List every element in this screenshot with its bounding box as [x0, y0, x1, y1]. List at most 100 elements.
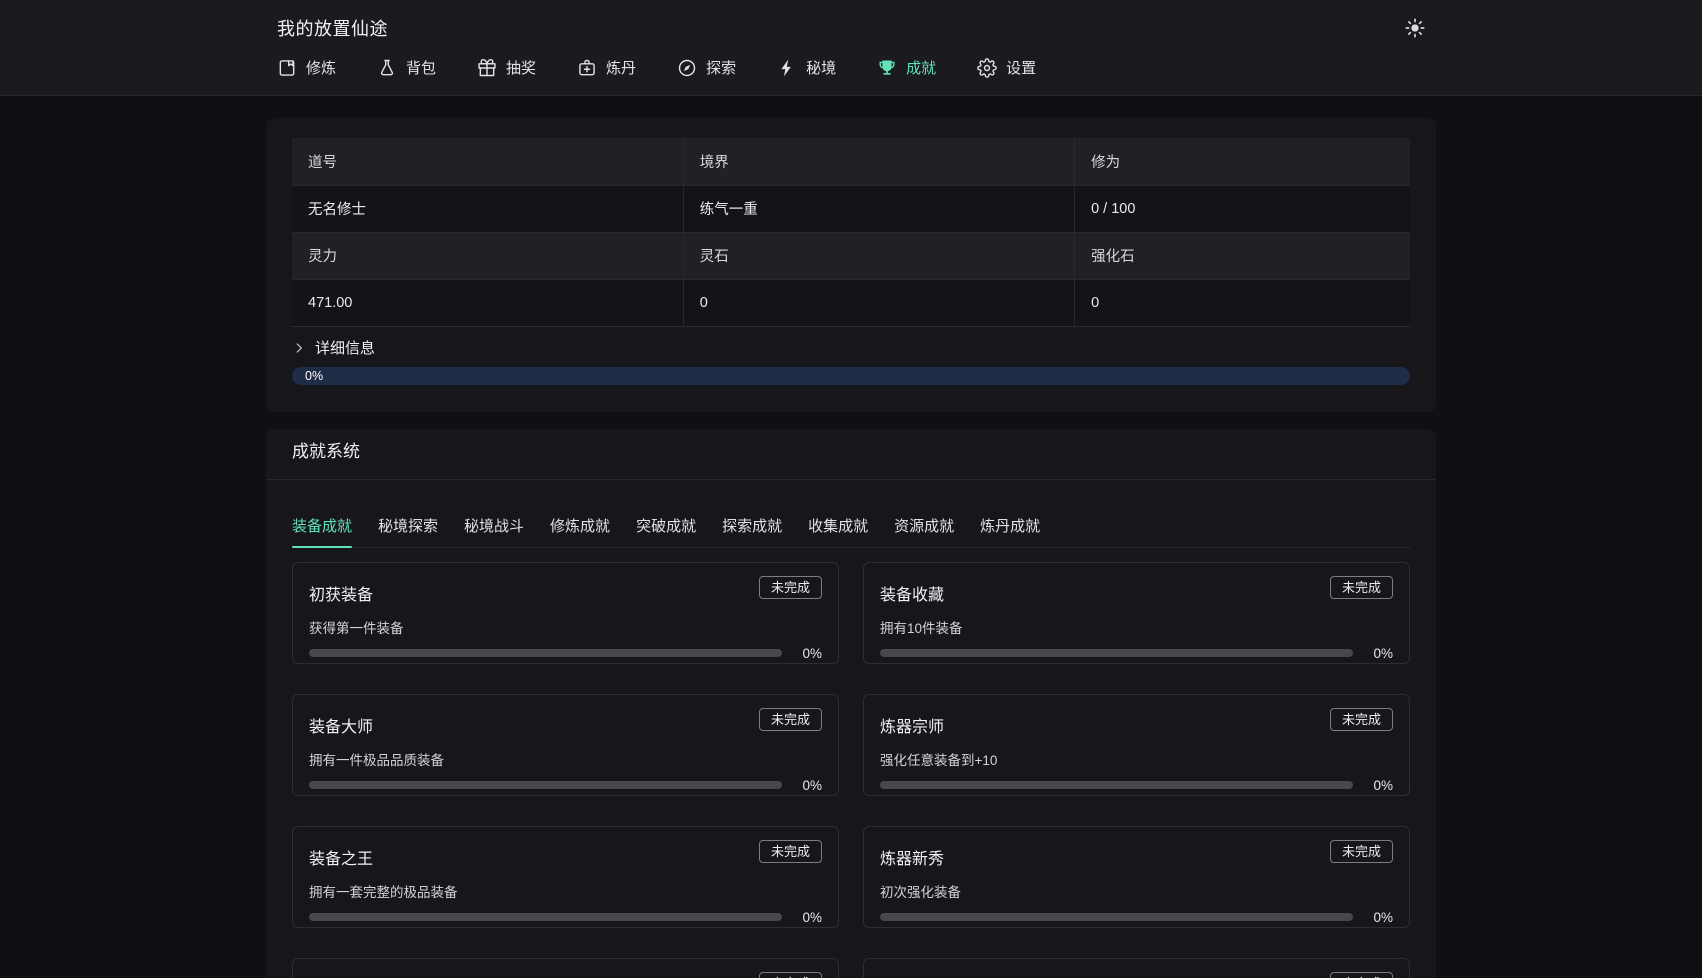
nav-item-label: 修炼: [306, 57, 336, 78]
achievement-card: 装备之王 未完成 拥有一套完整的极品装备 0%: [292, 826, 839, 928]
stats-cell: 强化石: [1075, 232, 1410, 279]
achievement-card-title: 炼器新秀: [880, 840, 944, 869]
nav-item-label: 探索: [706, 57, 736, 78]
stats-cell: 境界: [683, 138, 1074, 185]
achievement-tab[interactable]: 突破成就: [636, 515, 696, 547]
nav-item-label: 背包: [406, 57, 436, 78]
achievement-card-title: 初获装备: [309, 576, 373, 605]
stats-cell: 修为: [1075, 138, 1410, 185]
gear-icon: [977, 58, 997, 78]
achievement-tab[interactable]: 炼丹成就: [980, 515, 1040, 547]
achievement-tab[interactable]: 装备成就: [292, 515, 352, 547]
compass-icon: [677, 58, 697, 78]
achievement-tab-label: 突破成就: [636, 518, 696, 535]
stats-cell: 道号: [292, 138, 683, 185]
achievement-card-description: 初次强化装备: [880, 881, 1393, 901]
achievement-cards-grid: 初获装备 未完成 获得第一件装备 0% 装备收藏 未完成: [292, 562, 1410, 978]
achievement-progress-bar: 0%: [309, 910, 822, 925]
achievement-card-description: 拥有一套完整的极品装备: [309, 881, 822, 901]
achievement-tab[interactable]: 修炼成就: [550, 515, 610, 547]
book-icon: [277, 58, 297, 78]
stats-cell: 0 / 100: [1075, 185, 1410, 232]
nav-item[interactable]: 秘境: [777, 57, 836, 78]
achievement-card-title: 装备收藏: [880, 576, 944, 605]
achievements-header: 成就系统: [266, 429, 1436, 480]
achievement-status-badge: 未完成: [759, 576, 822, 599]
flask-icon: [377, 58, 397, 78]
stats-cell: 0: [1075, 279, 1410, 326]
achievement-card: 装备大师 未完成 拥有一件极品品质装备 0%: [292, 694, 839, 796]
stats-cell: 灵石: [683, 232, 1074, 279]
nav-item[interactable]: 探索: [677, 57, 736, 78]
achievement-progress-bar: 0%: [880, 646, 1393, 661]
nav-item[interactable]: 背包: [377, 57, 436, 78]
achievement-tab-label: 秘境探索: [378, 518, 438, 535]
stats-cell: 0: [683, 279, 1074, 326]
nav-item[interactable]: 修炼: [277, 57, 336, 78]
chevron-right-icon: [292, 341, 306, 355]
nav-item[interactable]: 成就: [877, 57, 936, 78]
main-nav: 修炼 背包 抽奖 炼丹 探索: [277, 57, 1433, 78]
trophy-icon: [877, 58, 897, 78]
achievement-tab-label: 修炼成就: [550, 518, 610, 535]
stats-cell: 471.00: [292, 279, 683, 326]
nav-item-label: 炼丹: [606, 57, 636, 78]
achievement-status-badge: 未完成: [1330, 576, 1393, 599]
achievement-progress-bar: 0%: [880, 910, 1393, 925]
stats-table-row: 471.00 0 0: [292, 279, 1410, 326]
achievement-tab[interactable]: 资源成就: [894, 515, 954, 547]
achievement-card-title: 神装收集者: [880, 972, 960, 978]
stats-table-row: 灵力 灵石 强化石: [292, 232, 1410, 279]
achievement-progress-label: 0%: [782, 910, 822, 925]
cultivation-progress-label: 0%: [305, 369, 323, 383]
nav-item-label: 成就: [906, 57, 936, 78]
achievement-card: 神装收集者 未完成: [863, 958, 1410, 978]
nav-item[interactable]: 抽奖: [477, 57, 536, 78]
theme-toggle-button[interactable]: [1401, 14, 1429, 42]
achievement-card: 装备收藏 未完成 拥有10件装备 0%: [863, 562, 1410, 664]
stats-cell: 无名修士: [292, 185, 683, 232]
achievement-progress-label: 0%: [1353, 910, 1393, 925]
nav-item[interactable]: 炼丹: [577, 57, 636, 78]
achievement-tab[interactable]: 秘境探索: [378, 515, 438, 547]
achievement-card: 炼器新秀 未完成 初次强化装备 0%: [863, 826, 1410, 928]
achievement-status-badge: 未完成: [1330, 840, 1393, 863]
achievement-tabs: 装备成就 秘境探索 秘境战斗 修炼成就 突破成就: [292, 480, 1410, 548]
achievement-card: 初获装备 未完成 获得第一件装备 0%: [292, 562, 839, 664]
achievement-progress-label: 0%: [1353, 778, 1393, 793]
nav-item-label: 秘境: [806, 57, 836, 78]
achievement-tab[interactable]: 秘境战斗: [464, 515, 524, 547]
cultivation-progress-bar: 0%: [292, 367, 1410, 385]
app-title: 我的放置仙途: [277, 15, 1433, 41]
achievement-progress-label: 0%: [782, 778, 822, 793]
achievement-status-badge: 未完成: [1330, 972, 1393, 978]
achievement-status-badge: 未完成: [1330, 708, 1393, 731]
achievements-title: 成就系统: [292, 441, 1410, 463]
achievement-card-title: 炼器宗师: [880, 708, 944, 737]
achievement-card-title: 装备之王: [309, 840, 373, 869]
achievement-card-title: 装备鉴赏家: [309, 972, 389, 978]
bolt-icon: [777, 58, 797, 78]
achievement-status-badge: 未完成: [759, 972, 822, 978]
nav-item[interactable]: 设置: [977, 57, 1036, 78]
achievement-progress-label: 0%: [782, 646, 822, 661]
medkit-icon: [577, 58, 597, 78]
achievement-tab-label: 装备成就: [292, 518, 352, 535]
nav-item-label: 抽奖: [506, 57, 536, 78]
sun-icon: [1404, 17, 1426, 39]
achievement-card-description: 强化任意装备到+10: [880, 749, 1393, 769]
achievement-progress-bar: 0%: [880, 778, 1393, 793]
details-expander[interactable]: 详细信息: [292, 335, 1410, 361]
details-label: 详细信息: [315, 337, 375, 358]
achievement-tab-label: 炼丹成就: [980, 518, 1040, 535]
achievement-card-title: 装备大师: [309, 708, 373, 737]
achievement-card: 炼器宗师 未完成 强化任意装备到+10 0%: [863, 694, 1410, 796]
achievement-tab-label: 资源成就: [894, 518, 954, 535]
achievement-tab[interactable]: 收集成就: [808, 515, 868, 547]
achievement-status-badge: 未完成: [759, 708, 822, 731]
stats-cell: 练气一重: [683, 185, 1074, 232]
achievement-tab[interactable]: 探索成就: [722, 515, 782, 547]
achievement-tab-label: 收集成就: [808, 518, 868, 535]
achievement-card: 装备鉴赏家 未完成: [292, 958, 839, 978]
achievement-progress-label: 0%: [1353, 646, 1393, 661]
